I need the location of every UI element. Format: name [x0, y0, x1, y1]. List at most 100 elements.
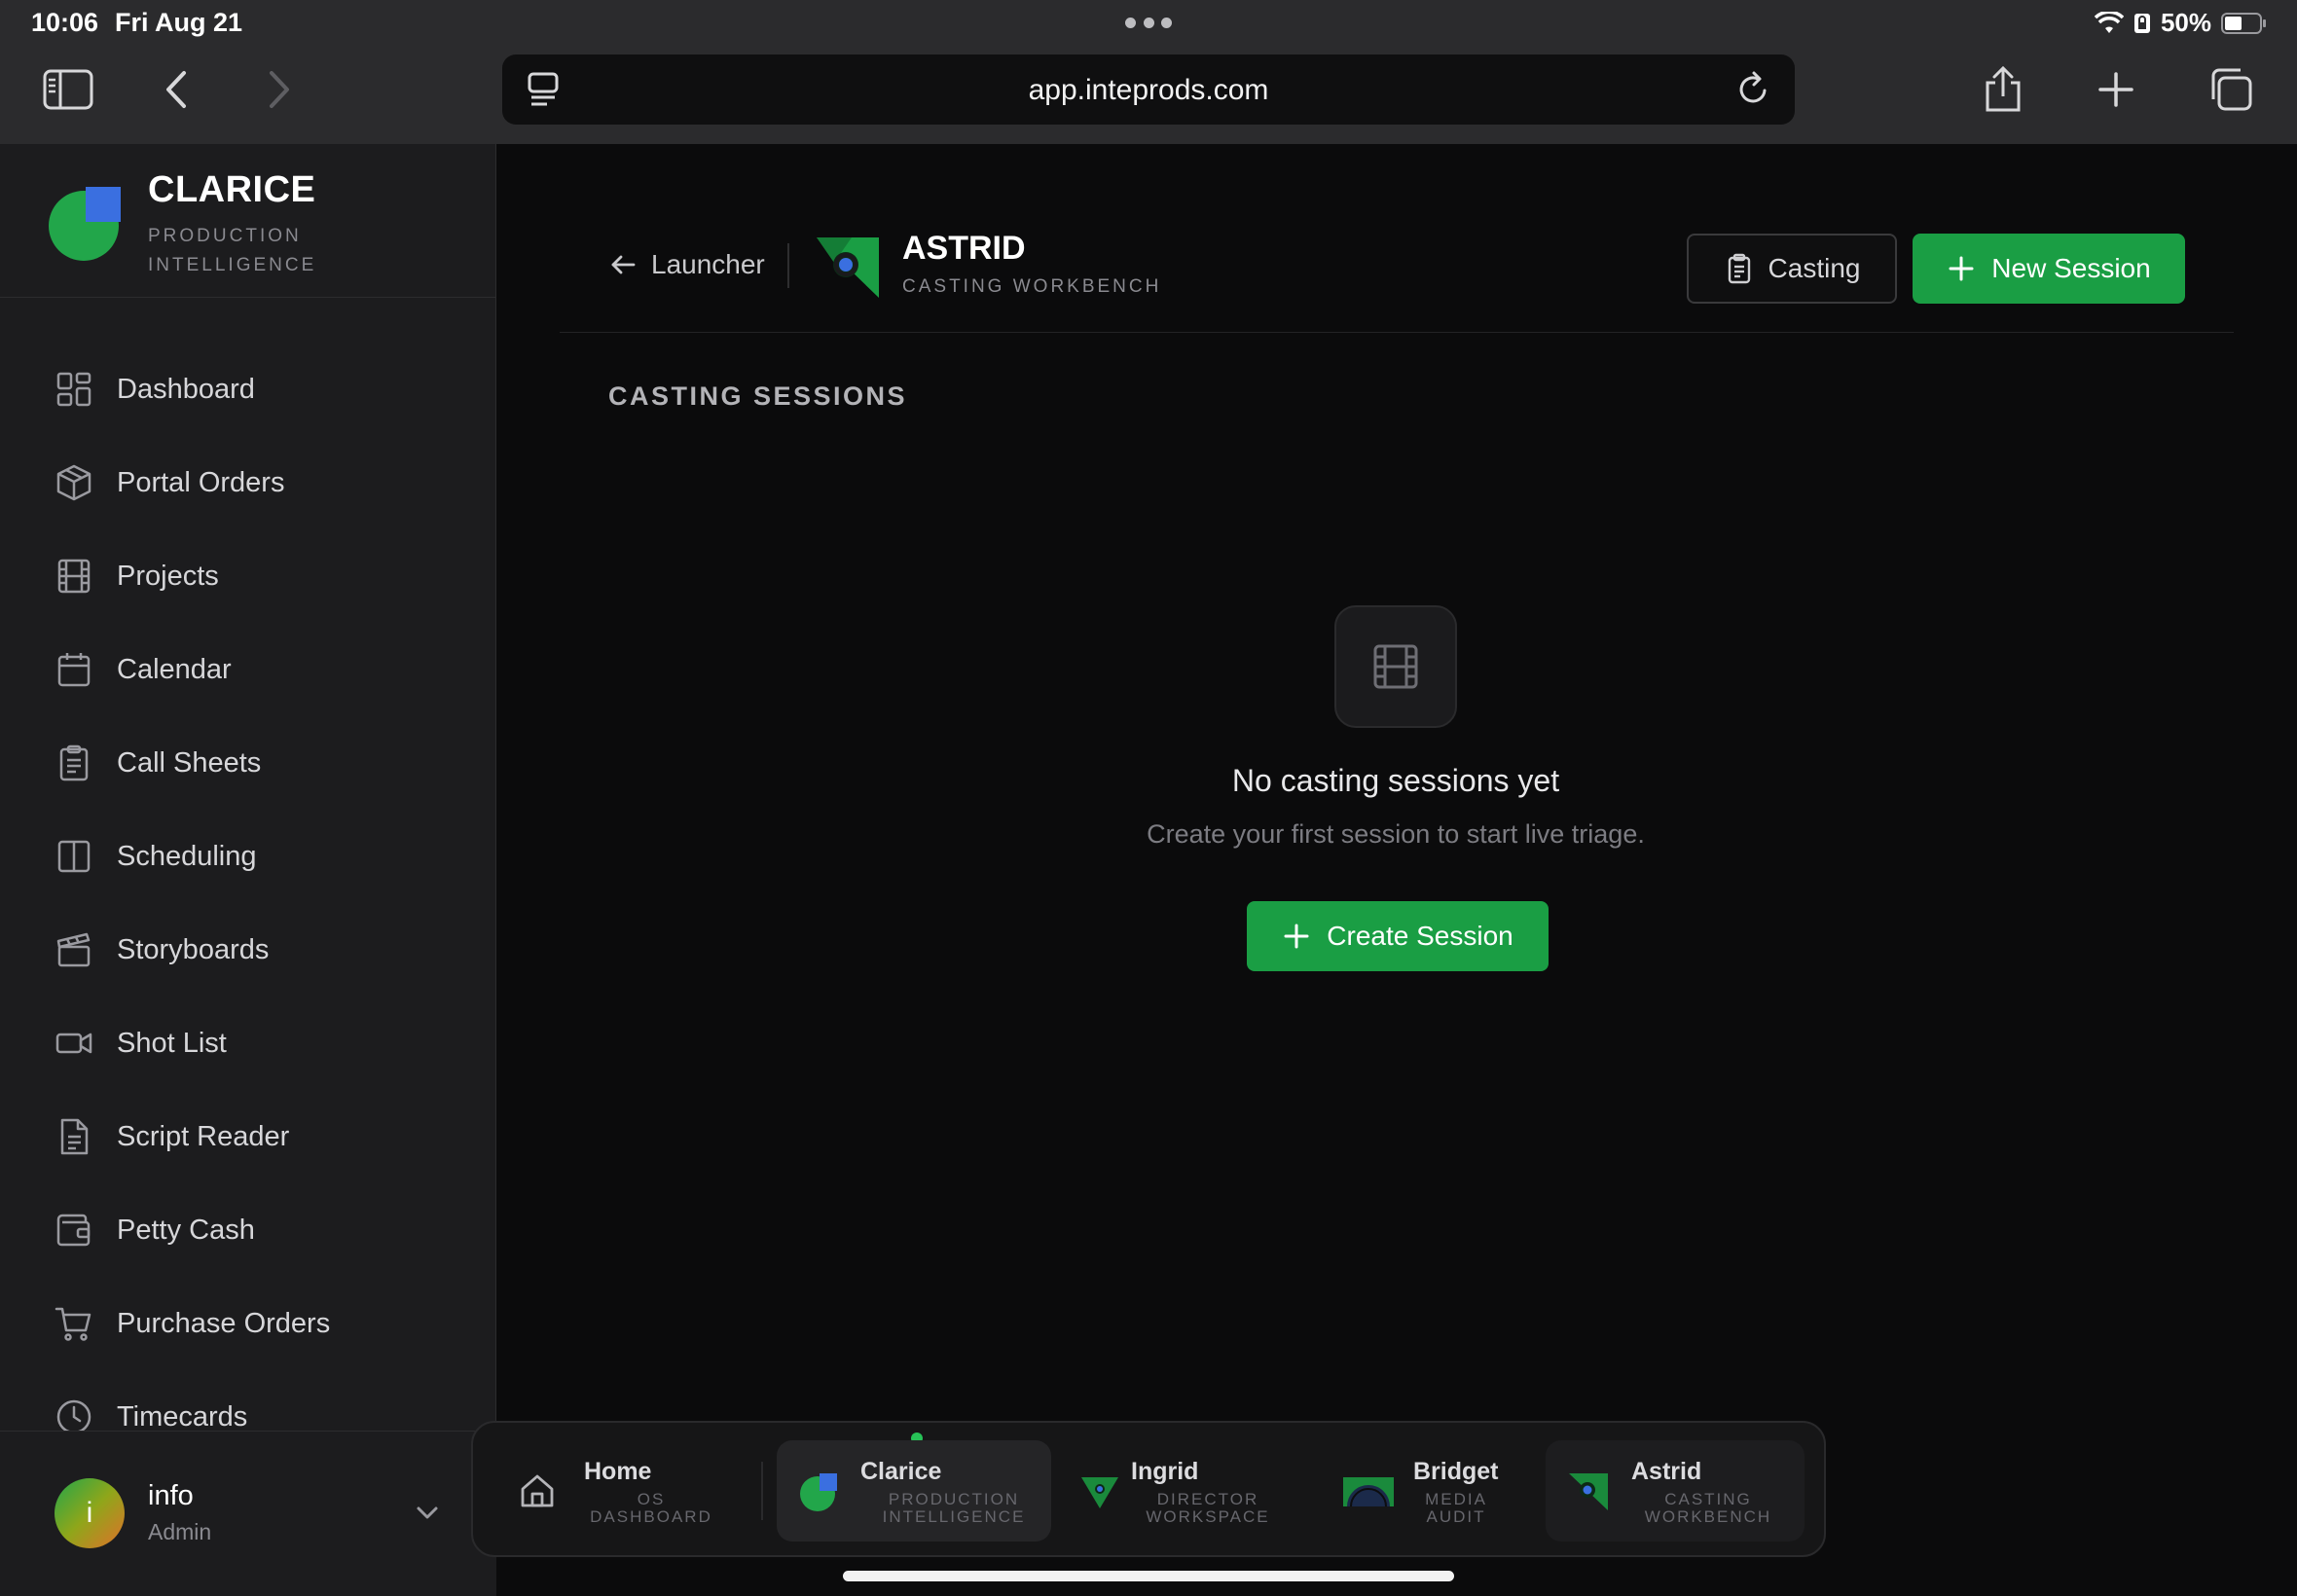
new-tab-icon[interactable]: [2087, 60, 2145, 119]
cart-icon: [55, 1307, 91, 1341]
document-icon: [60, 1118, 89, 1155]
sidebar-item-label: Projects: [117, 560, 219, 592]
sidebar-toggle-icon[interactable]: [39, 60, 97, 119]
create-session-label: Create Session: [1327, 921, 1513, 951]
back-to-launcher-button[interactable]: Launcher: [608, 249, 765, 280]
share-icon[interactable]: [1974, 60, 2032, 119]
user-role: Admin: [148, 1519, 212, 1544]
app-header: Launcher ASTRID CASTING WORKBENCH Castin…: [560, 144, 2234, 333]
sidebar-item-label: Timecards: [117, 1400, 248, 1433]
brand-subtitle: PRODUCTION INTELLIGENCE: [148, 226, 317, 275]
sidebar-item-scheduling[interactable]: Scheduling: [0, 810, 496, 903]
arrow-left-icon: [611, 255, 636, 274]
sidebar-item-label: Shot List: [117, 1027, 227, 1059]
box-icon: [56, 464, 91, 501]
app-name: ASTRID: [902, 230, 1026, 267]
sidebar-item-label: Scheduling: [117, 840, 257, 872]
status-indicators: 50%: [2094, 8, 2268, 38]
dock-item-subtitle: DIRECTOR WORKSPACE: [1146, 1490, 1270, 1526]
status-time: 10:06: [31, 8, 99, 37]
tabs-overview-icon[interactable]: [2202, 60, 2260, 119]
back-chevron-icon[interactable]: [148, 60, 206, 119]
sidebar-item-dashboard[interactable]: Dashboard: [0, 343, 496, 436]
sidebar-item-label: Purchase Orders: [117, 1307, 331, 1339]
video-icon: [55, 1033, 92, 1054]
sidebar-item-calendar[interactable]: Calendar: [0, 623, 496, 716]
create-session-button[interactable]: Create Session: [1247, 901, 1549, 971]
sidebar-item-label: Script Reader: [117, 1120, 290, 1152]
dock-item-subtitle: OS DASHBOARD: [590, 1490, 712, 1526]
sidebar-item-label: Call Sheets: [117, 746, 262, 779]
header-divider: [787, 243, 789, 288]
sidebar-item-call-sheets[interactable]: Call Sheets: [0, 716, 496, 810]
sidebar-item-label: Portal Orders: [117, 466, 285, 498]
dock-item-name: Bridget: [1413, 1458, 1499, 1485]
user-menu[interactable]: i info Admin: [0, 1431, 496, 1596]
sidebar-item-label: Petty Cash: [117, 1214, 255, 1246]
wifi-icon: [2094, 11, 2124, 33]
browser-toolbar: app.inteprods.com: [0, 47, 2297, 144]
dock-item-ingrid[interactable]: Ingrid DIRECTOR WORKSPACE: [1057, 1440, 1320, 1542]
sidebar-item-label: Calendar: [117, 653, 232, 685]
dock-item-subtitle: PRODUCTION INTELLIGENCE: [882, 1490, 1026, 1526]
home-icon: [521, 1474, 554, 1507]
sidebar-item-projects[interactable]: Projects: [0, 529, 496, 623]
avatar: i: [55, 1478, 125, 1548]
status-bar: 10:06 Fri Aug 21 50%: [0, 0, 2297, 47]
main-content: Launcher ASTRID CASTING WORKBENCH Castin…: [497, 144, 2297, 1596]
casting-button-label: Casting: [1768, 253, 1861, 283]
app-subtitle: CASTING WORKBENCH: [902, 276, 1162, 297]
dock-item-name: Clarice: [860, 1458, 942, 1485]
user-name: info: [148, 1480, 194, 1511]
wallet-icon: [56, 1214, 91, 1247]
dock-item-clarice[interactable]: Clarice PRODUCTION INTELLIGENCE: [777, 1440, 1051, 1542]
film-icon: [57, 559, 91, 594]
battery-icon: [2221, 12, 2266, 34]
clarice-logo-icon: [800, 1473, 837, 1511]
home-indicator[interactable]: [843, 1571, 1454, 1581]
empty-state-film-icon: [1334, 605, 1457, 728]
columns-icon: [57, 840, 91, 873]
sidebar-item-portal-orders[interactable]: Portal Orders: [0, 436, 496, 529]
clapperboard-icon: [56, 932, 91, 967]
sidebar-item-label: Storyboards: [117, 933, 270, 965]
new-session-button[interactable]: New Session: [1913, 234, 2185, 304]
casting-button[interactable]: Casting: [1687, 234, 1897, 304]
chevron-down-icon[interactable]: [413, 1498, 442, 1527]
back-label: Launcher: [651, 249, 765, 279]
sidebar-nav: Dashboard Portal Orders Projects Calenda…: [0, 343, 496, 1464]
plus-icon: [1284, 924, 1309, 949]
address-bar[interactable]: app.inteprods.com: [502, 54, 1795, 125]
multitasking-dots-icon[interactable]: [1125, 18, 1172, 29]
reload-icon[interactable]: [1734, 70, 1773, 109]
forward-chevron-icon[interactable]: [249, 60, 308, 119]
calendar-icon: [57, 653, 91, 687]
empty-state-subtitle: Create your first session to start live …: [1147, 819, 1645, 849]
battery-percent: 50%: [2160, 8, 2211, 37]
bridget-logo-icon: [1343, 1477, 1394, 1507]
astrid-logo-icon: [817, 237, 879, 298]
dashboard-icon: [56, 372, 91, 407]
dock-item-astrid[interactable]: Astrid CASTING WORKBENCH: [1546, 1440, 1805, 1542]
app-dock: Home OS DASHBOARD Clarice PRODUCTION INT…: [471, 1421, 1826, 1557]
brand-name: CLARICE: [148, 169, 316, 210]
astrid-logo-icon: [1569, 1473, 1608, 1510]
sidebar: CLARICE PRODUCTION INTELLIGENCE Dashboar…: [0, 144, 496, 1596]
dock-item-home[interactable]: Home OS DASHBOARD: [494, 1440, 747, 1542]
sidebar-item-shot-list[interactable]: Shot List: [0, 997, 496, 1090]
status-date: Fri Aug 21: [115, 8, 243, 37]
sidebar-item-petty-cash[interactable]: Petty Cash: [0, 1183, 496, 1277]
lock-rotation-icon: [2133, 13, 2150, 33]
plus-icon: [1949, 256, 1974, 281]
dock-item-bridget[interactable]: Bridget MEDIA AUDIT: [1326, 1440, 1536, 1542]
dock-item-subtitle: CASTING WORKBENCH: [1644, 1490, 1772, 1526]
sidebar-item-purchase-orders[interactable]: Purchase Orders: [0, 1277, 496, 1370]
new-session-label: New Session: [1991, 253, 2151, 283]
url-text[interactable]: app.inteprods.com: [502, 74, 1795, 107]
film-icon: [1373, 644, 1418, 689]
sidebar-item-script-reader[interactable]: Script Reader: [0, 1090, 496, 1183]
dock-item-name: Home: [584, 1458, 652, 1485]
sidebar-item-label: Dashboard: [117, 373, 255, 405]
sidebar-item-storyboards[interactable]: Storyboards: [0, 903, 496, 997]
clipboard-icon: [1728, 253, 1750, 284]
